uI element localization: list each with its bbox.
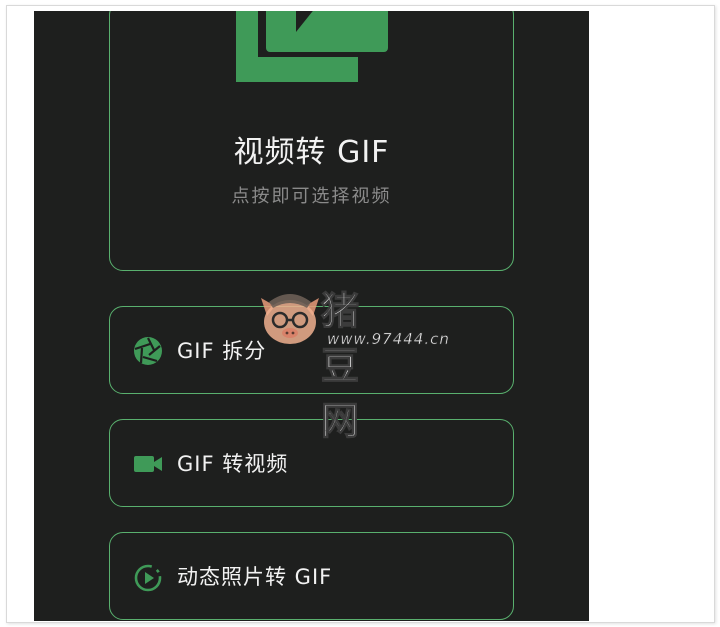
gif-split-label: GIF 拆分 xyxy=(177,339,267,363)
videocam-icon xyxy=(134,456,162,472)
pig-mascot-logo xyxy=(261,294,319,344)
gif-to-video-label: GIF 转视频 xyxy=(177,452,289,476)
watermark: 猪豆网 www.97444.cn xyxy=(255,286,449,444)
gif-to-video-button[interactable]: GIF 转视频 xyxy=(109,419,514,507)
watermark-site-name: 猪豆网 xyxy=(320,288,362,443)
motion-photo-icon xyxy=(134,564,162,592)
video-to-gif-card[interactable]: 视频转 GIF 点按即可选择视频 xyxy=(109,11,514,271)
hero-subtitle: 点按即可选择视频 xyxy=(231,186,392,207)
watermark-url: www.97444.cn xyxy=(327,330,450,349)
video-file-icon xyxy=(236,11,388,82)
screenshot-frame: 视频转 GIF 点按即可选择视频 GIF 拆分 GIF 转视频 动态照片转 GI… xyxy=(6,5,715,623)
motion-photo-to-gif-button[interactable]: 动态照片转 GIF xyxy=(109,532,514,620)
motion-photo-to-gif-label: 动态照片转 GIF xyxy=(177,565,333,589)
hero-title: 视频转 GIF xyxy=(233,135,390,170)
aperture-icon xyxy=(134,337,162,365)
